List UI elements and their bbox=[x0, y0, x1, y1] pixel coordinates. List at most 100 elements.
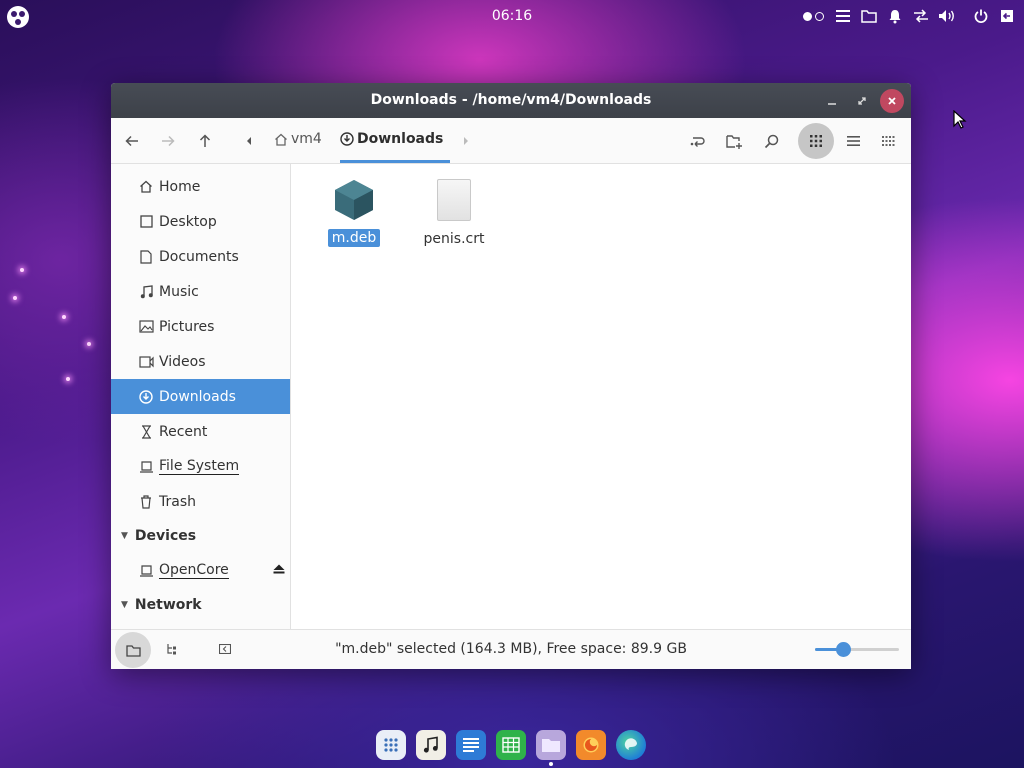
network-icon[interactable] bbox=[912, 7, 930, 25]
volume-icon[interactable] bbox=[938, 7, 956, 25]
section-title: Devices bbox=[134, 528, 197, 544]
wallpaper-sparkle bbox=[20, 268, 24, 272]
music-icon bbox=[138, 284, 154, 299]
wallpaper-sparkle bbox=[13, 296, 17, 300]
sidebar-item-trash[interactable]: Trash bbox=[111, 484, 290, 519]
maximize-button[interactable] bbox=[850, 89, 874, 113]
wallpaper-sparkle bbox=[66, 377, 70, 381]
sidebar-item-label: Pictures bbox=[159, 318, 215, 335]
breadcrumb-vm4[interactable]: vm4 bbox=[274, 131, 322, 147]
system-tray bbox=[800, 7, 1016, 25]
section-title: Network bbox=[134, 597, 202, 613]
sidebar-item-label: Trash bbox=[159, 493, 196, 510]
music-app-icon[interactable] bbox=[416, 730, 446, 760]
places-sidebar-toggle[interactable] bbox=[115, 632, 151, 668]
grid-icon bbox=[810, 135, 822, 147]
breadcrumb-scroll-left-icon[interactable] bbox=[235, 127, 263, 155]
calc-icon[interactable] bbox=[496, 730, 526, 760]
writer-icon[interactable] bbox=[456, 730, 486, 760]
videos-icon bbox=[138, 355, 154, 368]
close-button[interactable] bbox=[880, 89, 904, 113]
power-icon[interactable] bbox=[972, 7, 990, 25]
breadcrumb-downloads[interactable]: Downloads bbox=[340, 131, 443, 147]
trash-icon bbox=[138, 494, 154, 509]
certificate-file-icon bbox=[437, 179, 471, 221]
recent-icon bbox=[138, 424, 154, 439]
forward-button[interactable] bbox=[154, 127, 182, 155]
edge-icon[interactable] bbox=[616, 730, 646, 760]
sidebar-item-label: Recent bbox=[159, 423, 208, 440]
up-button[interactable] bbox=[191, 127, 219, 155]
file-view[interactable]: m.deb penis.crt bbox=[292, 164, 911, 629]
files-icon[interactable] bbox=[536, 730, 566, 766]
dock bbox=[376, 730, 646, 766]
sidebar-item-label: Videos bbox=[159, 353, 206, 370]
file-name: penis.crt bbox=[423, 231, 485, 247]
firefox-icon[interactable] bbox=[576, 730, 606, 760]
compact-view-button[interactable] bbox=[874, 127, 902, 155]
sidebar-item-recent[interactable]: Recent bbox=[111, 414, 290, 449]
pictures-icon bbox=[138, 320, 154, 333]
sidebar-close-icon bbox=[219, 644, 231, 654]
network-section-header[interactable]: ▼ Network bbox=[111, 588, 290, 622]
home-icon bbox=[138, 180, 154, 193]
top-panel: 06:16 bbox=[0, 0, 1024, 34]
wallpaper-sparkle bbox=[62, 315, 66, 319]
app-launcher-logo-icon[interactable] bbox=[7, 6, 29, 28]
drive-icon bbox=[138, 460, 154, 473]
workspace-dots-icon[interactable] bbox=[800, 7, 826, 25]
sidebar-item-videos[interactable]: Videos bbox=[111, 344, 290, 379]
clock[interactable]: 06:16 bbox=[492, 8, 532, 24]
back-button[interactable] bbox=[118, 127, 146, 155]
wallpaper-sparkle bbox=[87, 342, 91, 346]
breadcrumb-label: Downloads bbox=[357, 131, 444, 147]
download-icon bbox=[138, 389, 154, 404]
download-icon bbox=[340, 132, 354, 146]
devices-section-header[interactable]: ▼ Devices bbox=[111, 519, 290, 553]
home-icon bbox=[275, 133, 287, 146]
breadcrumb-scroll-right-icon[interactable] bbox=[452, 127, 480, 155]
reload-button[interactable] bbox=[684, 127, 712, 155]
eject-icon[interactable] bbox=[273, 564, 285, 577]
search-button[interactable] bbox=[757, 127, 785, 155]
file-item[interactable]: m.deb bbox=[316, 178, 392, 247]
menu-icon[interactable] bbox=[834, 7, 852, 25]
icon-view-button[interactable] bbox=[798, 123, 834, 159]
zoom-slider-handle[interactable] bbox=[835, 642, 851, 657]
folder-icon bbox=[125, 644, 141, 657]
expander-down-icon: ▼ bbox=[121, 531, 128, 541]
breadcrumb-label: vm4 bbox=[291, 131, 322, 147]
file-item[interactable]: penis.crt bbox=[416, 178, 492, 248]
window-titlebar[interactable]: Downloads - /home/vm4/Downloads bbox=[111, 83, 911, 118]
breadcrumb-active-indicator bbox=[340, 160, 450, 163]
file-name: m.deb bbox=[327, 229, 381, 247]
hide-sidebar-toggle[interactable] bbox=[210, 634, 240, 664]
minimize-button[interactable] bbox=[820, 89, 844, 113]
window-title: Downloads - /home/vm4/Downloads bbox=[370, 92, 652, 108]
sidebar-item-label: File System bbox=[159, 458, 240, 475]
selection-status: "m.deb" selected (164.3 MB), Free space:… bbox=[335, 641, 687, 657]
expander-down-icon: ▼ bbox=[121, 600, 128, 610]
apps-grid-icon[interactable] bbox=[376, 730, 406, 760]
folder-icon[interactable] bbox=[860, 7, 878, 25]
sidebar-item-desktop[interactable]: Desktop bbox=[111, 204, 290, 239]
drive-icon bbox=[138, 564, 154, 577]
logout-icon[interactable] bbox=[998, 7, 1016, 25]
new-folder-button[interactable] bbox=[721, 127, 749, 155]
sidebar-item-home[interactable]: Home bbox=[111, 169, 290, 204]
sidebar-item-file-system[interactable]: File System bbox=[111, 449, 290, 484]
mouse-cursor-icon bbox=[953, 110, 967, 129]
status-bar: "m.deb" selected (164.3 MB), Free space:… bbox=[111, 629, 911, 669]
running-indicator bbox=[549, 762, 553, 766]
sidebar-item-pictures[interactable]: Pictures bbox=[111, 309, 290, 344]
sidebar-item-opencore[interactable]: OpenCore bbox=[111, 553, 290, 588]
sidebar-item-documents[interactable]: Documents bbox=[111, 239, 290, 274]
tree-view-toggle[interactable] bbox=[157, 634, 187, 664]
list-view-button[interactable] bbox=[839, 127, 867, 155]
bell-icon[interactable] bbox=[886, 7, 904, 25]
sidebar-item-music[interactable]: Music bbox=[111, 274, 290, 309]
sidebar-item-downloads[interactable]: Downloads bbox=[111, 379, 290, 414]
zoom-slider[interactable] bbox=[815, 642, 899, 657]
sidebar-item-label: Documents bbox=[159, 248, 239, 265]
sidebar-item-label: Home bbox=[159, 178, 201, 195]
